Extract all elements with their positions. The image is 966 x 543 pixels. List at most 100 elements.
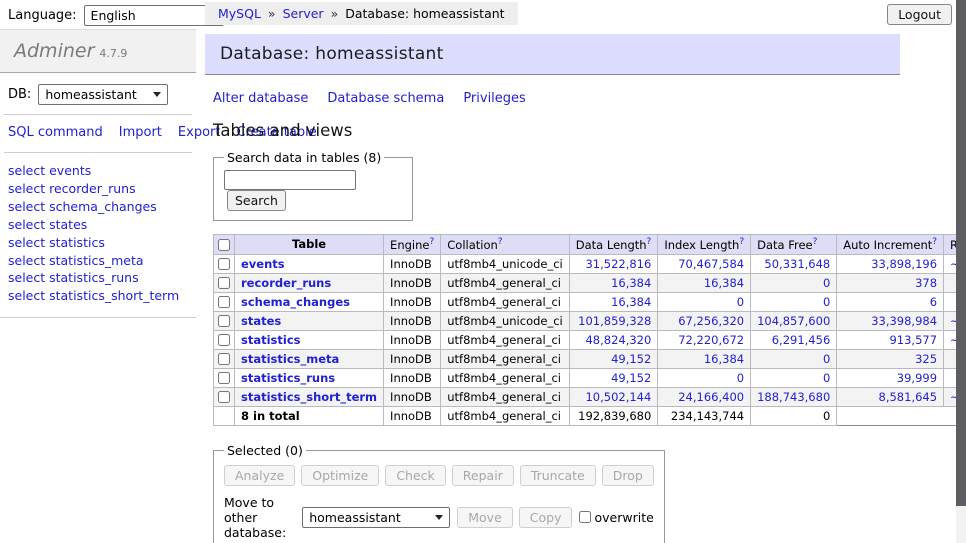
row-checkbox[interactable] xyxy=(218,296,230,308)
table-link-schema-changes[interactable]: schema_changes xyxy=(241,295,350,309)
select-all-checkbox[interactable] xyxy=(218,239,230,251)
sidebar-item-select-statistics-runs[interactable]: select statistics_runs xyxy=(8,269,188,287)
sidebar-action-import[interactable]: Import xyxy=(119,125,162,140)
column-header-engine: Engine? xyxy=(384,235,441,255)
button-check[interactable]: Check xyxy=(385,465,445,486)
move-db-select[interactable]: homeassistant xyxy=(302,507,450,528)
row-select-cell xyxy=(214,254,235,273)
table-link-statistics-meta[interactable]: statistics_meta xyxy=(241,352,339,366)
sidebar-action-sql-command[interactable]: SQL command xyxy=(8,125,103,140)
sidebar-table-links: select eventsselect recorder_runsselect … xyxy=(0,153,196,318)
data-length-cell: 49,152 xyxy=(569,349,658,368)
app-logo[interactable]: Adminer xyxy=(14,40,94,62)
column-help-link[interactable]: ? xyxy=(429,237,434,247)
engine-cell: InnoDB xyxy=(384,273,441,292)
engine-cell: InnoDB xyxy=(384,349,441,368)
column-help-link[interactable]: ? xyxy=(647,237,652,247)
button-repair[interactable]: Repair xyxy=(452,465,514,486)
row-select-cell xyxy=(214,330,235,349)
table-link-statistics-short-term[interactable]: statistics_short_term xyxy=(241,390,377,404)
table-link-recorder-runs[interactable]: recorder_runs xyxy=(241,276,331,290)
column-help-link[interactable]: ? xyxy=(739,237,744,247)
auto-increment-cell: 325 xyxy=(837,349,944,368)
search-button[interactable]: Search xyxy=(227,190,286,211)
sidebar-item-select-events[interactable]: select events xyxy=(8,162,188,180)
button-truncate[interactable]: Truncate xyxy=(520,465,596,486)
data-free-cell: 104,857,600 xyxy=(751,311,837,330)
breadcrumb-separator: » xyxy=(331,6,339,21)
sidebar-item-select-statistics[interactable]: select statistics xyxy=(8,234,188,252)
collation-cell: utf8mb4_unicode_ci xyxy=(441,311,570,330)
scrollbar-thumb[interactable] xyxy=(956,0,966,506)
breadcrumb-item-server[interactable]: Server xyxy=(283,6,324,21)
tables-table: TableEngine?Collation?Data Length?Index … xyxy=(213,234,966,426)
db-select[interactable]: homeassistant xyxy=(38,84,168,105)
row-checkbox[interactable] xyxy=(218,334,230,346)
breadcrumb: MySQL » Server » Database: homeassistant xyxy=(205,2,518,25)
auto-increment-cell: 33,898,196 xyxy=(837,254,944,273)
row-checkbox[interactable] xyxy=(218,277,230,289)
column-header-data-length: Data Length? xyxy=(569,235,658,255)
button-move[interactable]: Move xyxy=(457,507,513,528)
index-length-cell: 0 xyxy=(658,292,751,311)
column-header-collation: Collation? xyxy=(441,235,570,255)
column-help-link[interactable]: ? xyxy=(813,237,818,247)
table-link-statistics-runs[interactable]: statistics_runs xyxy=(241,371,335,385)
sidebar-item-select-statistics-meta[interactable]: select statistics_meta xyxy=(8,252,188,270)
link-database-schema[interactable]: Database schema xyxy=(327,91,444,106)
breadcrumb-item-database-homeassistant: Database: homeassistant xyxy=(345,6,504,21)
page-title: Database: homeassistant xyxy=(205,34,900,75)
search-input[interactable] xyxy=(224,170,356,190)
sidebar-item-select-states[interactable]: select states xyxy=(8,216,188,234)
total-label-cell: 8 in total xyxy=(235,406,384,425)
auto-increment-cell: 378 xyxy=(837,273,944,292)
overwrite-checkbox[interactable] xyxy=(579,511,591,523)
data-length-cell: 49,152 xyxy=(569,368,658,387)
auto-increment-cell: 6 xyxy=(837,292,944,311)
row-checkbox[interactable] xyxy=(218,353,230,365)
sidebar-item-select-statistics-short-term[interactable]: select statistics_short_term xyxy=(8,287,188,305)
row-checkbox[interactable] xyxy=(218,258,230,270)
row-select-cell xyxy=(214,292,235,311)
breadcrumb-item-mysql[interactable]: MySQL xyxy=(218,6,261,21)
table-link-states[interactable]: states xyxy=(241,314,281,328)
button-analyze[interactable]: Analyze xyxy=(224,465,295,486)
button-optimize[interactable]: Optimize xyxy=(301,465,379,486)
link-privileges[interactable]: Privileges xyxy=(463,91,526,106)
row-select-cell xyxy=(214,349,235,368)
search-legend: Search data in tables (8) xyxy=(224,150,384,165)
total-data-free-cell: 0 xyxy=(751,406,837,425)
button-copy[interactable]: Copy xyxy=(519,507,573,528)
table-link-events[interactable]: events xyxy=(241,257,285,271)
data-free-cell: 50,331,648 xyxy=(751,254,837,273)
language-select[interactable]: English xyxy=(84,5,224,26)
column-help-link[interactable]: ? xyxy=(932,237,937,247)
link-alter-database[interactable]: Alter database xyxy=(213,91,308,106)
collation-cell: utf8mb4_general_ci xyxy=(441,273,570,292)
breadcrumb-separator: » xyxy=(268,6,276,21)
total-collation-cell: utf8mb4_general_ci xyxy=(441,406,570,425)
app-version[interactable]: 4.7.9 xyxy=(99,47,127,60)
data-free-cell: 0 xyxy=(751,292,837,311)
sidebar-item-select-recorder-runs[interactable]: select recorder_runs xyxy=(8,180,188,198)
column-help-link[interactable]: ? xyxy=(498,237,503,247)
collation-cell: utf8mb4_general_ci xyxy=(441,387,570,406)
row-select-cell xyxy=(214,387,235,406)
table-row: schema_changesInnoDButf8mb4_general_ci16… xyxy=(214,292,966,311)
engine-cell: InnoDB xyxy=(384,254,441,273)
auto-increment-cell: 33,398,984 xyxy=(837,311,944,330)
db-label: DB: xyxy=(8,87,31,102)
data-free-cell: 0 xyxy=(751,273,837,292)
row-checkbox[interactable] xyxy=(218,391,230,403)
data-free-cell: 0 xyxy=(751,349,837,368)
table-name-cell: states xyxy=(235,311,384,330)
row-checkbox[interactable] xyxy=(218,315,230,327)
overwrite-label: overwrite xyxy=(594,510,653,525)
sidebar-item-select-schema-changes[interactable]: select schema_changes xyxy=(8,198,188,216)
language-bar: Language: English xyxy=(8,5,224,26)
row-checkbox[interactable] xyxy=(218,372,230,384)
table-name-cell: statistics xyxy=(235,330,384,349)
table-link-statistics[interactable]: statistics xyxy=(241,333,301,347)
button-drop[interactable]: Drop xyxy=(602,465,654,486)
scrollbar[interactable] xyxy=(956,0,966,543)
